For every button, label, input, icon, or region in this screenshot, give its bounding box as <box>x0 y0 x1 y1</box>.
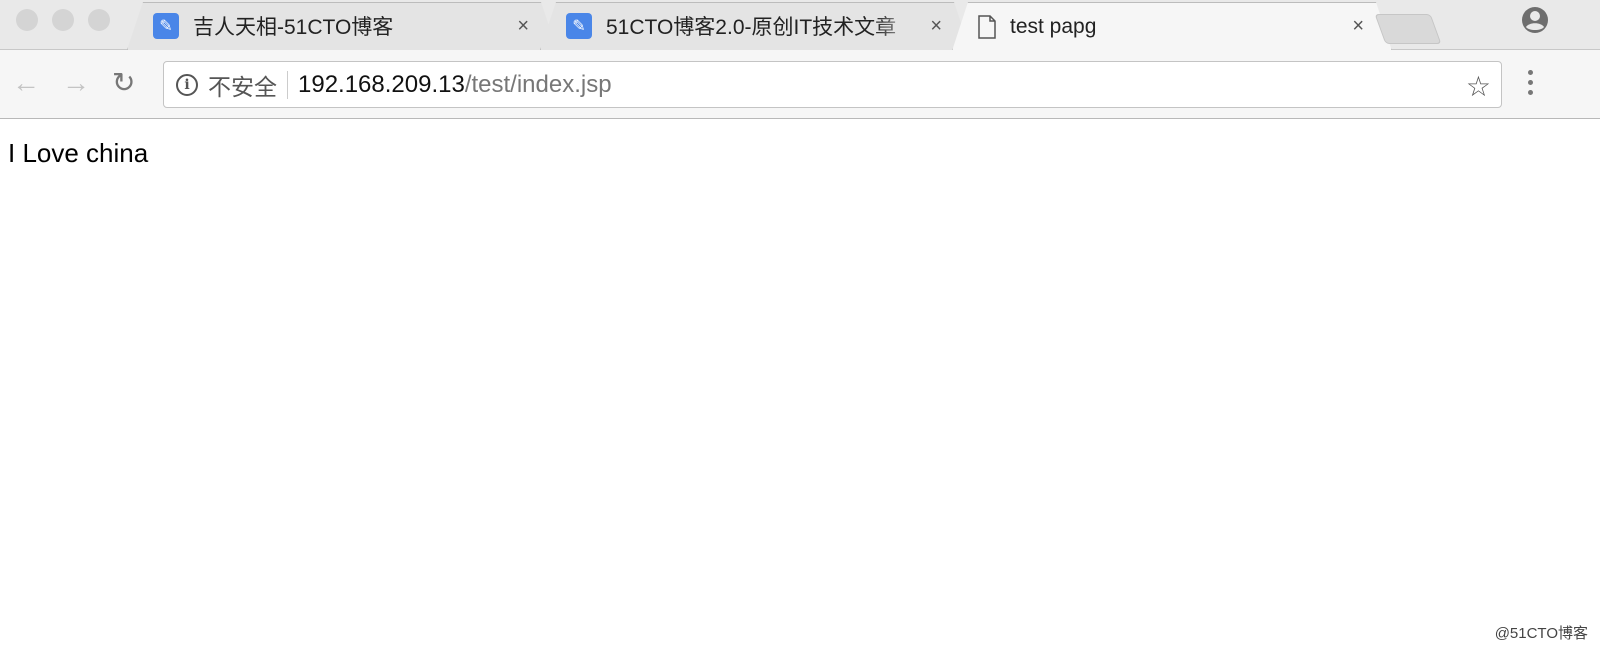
close-icon[interactable]: × <box>1352 15 1364 38</box>
tab-2[interactable]: ✎ 51CTO博客2.0-原创IT技术文章 × <box>540 2 970 50</box>
profile-icon[interactable] <box>1521 6 1549 34</box>
tab-3-active[interactable]: test papg × <box>952 2 1392 51</box>
watermark: @51CTO博客 <box>1494 625 1588 642</box>
tab-1[interactable]: ✎ 吉人天相-51CTO博客 × <box>127 2 557 50</box>
toolbar: ← → ↻ i 不安全 192.168.209.13/test/index.js… <box>0 50 1600 119</box>
feather-icon: ✎ <box>153 13 179 39</box>
page-text: I Love china <box>8 138 149 168</box>
feather-icon: ✎ <box>566 13 592 39</box>
url-host[interactable]: 192.168.209.13 <box>298 71 465 99</box>
tab-strip: ✎ 吉人天相-51CTO博客 × ✎ 51CTO博客2.0-原创IT技术文章 ×… <box>0 0 1600 50</box>
tab-title: 吉人天相-51CTO博客 <box>193 16 394 39</box>
address-bar[interactable]: i 不安全 192.168.209.13/test/index.jsp ☆ <box>163 61 1502 108</box>
reload-icon[interactable]: ↻ <box>112 68 135 98</box>
new-tab-button[interactable] <box>1374 14 1442 44</box>
close-window-button[interactable] <box>16 9 38 31</box>
document-icon <box>978 14 996 39</box>
close-icon[interactable]: × <box>930 15 942 38</box>
forward-icon[interactable]: → <box>62 68 90 98</box>
tab-title: test papg <box>1010 14 1097 38</box>
star-icon[interactable]: ☆ <box>1466 70 1491 103</box>
info-icon[interactable]: i <box>176 73 198 96</box>
divider <box>287 70 288 99</box>
zoom-window-button[interactable] <box>88 9 110 31</box>
tab-title: 51CTO博客2.0-原创IT技术文章 <box>606 16 897 39</box>
url-path[interactable]: /test/index.jsp <box>465 71 612 99</box>
back-icon[interactable]: ← <box>12 68 40 98</box>
minimize-window-button[interactable] <box>52 9 74 31</box>
security-label[interactable]: 不安全 <box>208 68 277 102</box>
close-icon[interactable]: × <box>517 15 529 38</box>
menu-icon[interactable] <box>1528 70 1534 100</box>
